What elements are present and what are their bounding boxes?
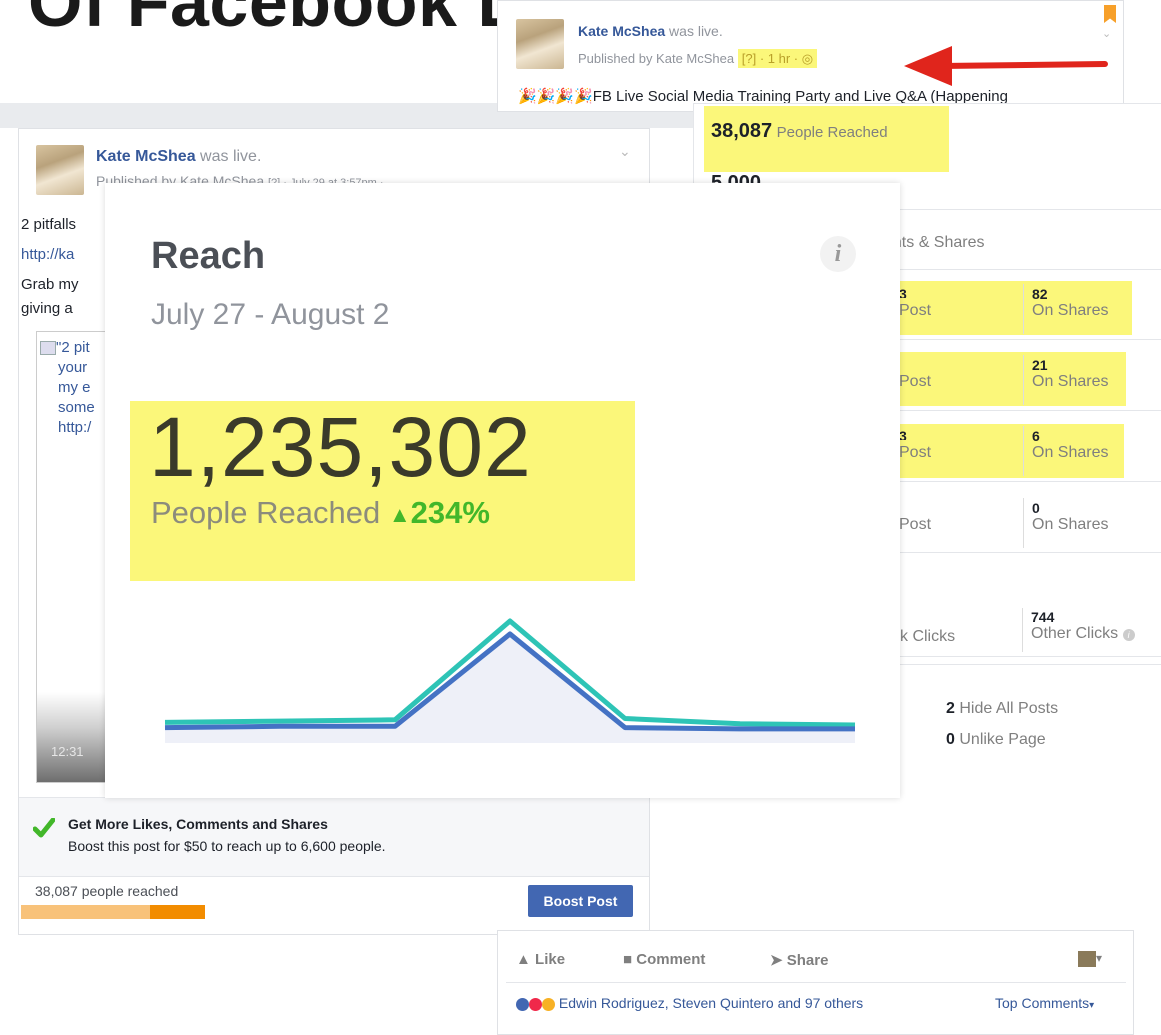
boost-post-button[interactable]: Boost Post — [528, 885, 633, 917]
comment-icon: ■ — [623, 951, 633, 968]
like-button[interactable]: ▲ Like — [516, 951, 565, 968]
comment-button[interactable]: ■ Comment — [623, 951, 705, 968]
info-icon[interactable]: i — [1122, 629, 1135, 641]
image-alt-text: your — [58, 359, 88, 376]
row-share-number: 6 — [1032, 428, 1040, 444]
other-clicks-label: Other Clicks — [1031, 625, 1119, 642]
unlike-page-label: Unlike Page — [959, 731, 1046, 748]
bottom-post-actions: ▲ Like ■ Comment ➤ Share ▾ Edwin Rodrigu… — [497, 930, 1134, 1035]
reached-count: 38,087 people reached — [35, 883, 179, 899]
row-post-number: 3 — [899, 286, 907, 298]
avatar[interactable] — [516, 19, 564, 69]
checkmark-icon — [33, 818, 55, 838]
reach-insights-panel: Reach July 27 - August 2 i 1,235,302 Peo… — [105, 183, 900, 798]
bookmark-icon[interactable] — [1104, 5, 1116, 23]
reach-progress-bar — [21, 905, 205, 919]
post-line: 2 pitfalls — [21, 216, 77, 233]
globe-icon: ◎ — [801, 51, 814, 66]
timestamp-highlight[interactable]: [?] · 1 hr · ◎ — [737, 49, 818, 68]
broken-image-icon — [40, 341, 56, 356]
link-clicks-label: k Clicks — [900, 628, 956, 645]
reach-change: 234% — [410, 495, 490, 530]
thumbs-up-icon: ▲ — [516, 951, 531, 968]
live-status: was live. — [669, 23, 723, 39]
row-share-label: On Shares — [1032, 516, 1109, 533]
arrow-annotation — [904, 46, 1108, 86]
wow-reaction-icon — [542, 997, 555, 1011]
share-button[interactable]: ➤ Share — [770, 951, 828, 969]
reach-label: People Reached — [151, 495, 381, 530]
chevron-down-icon[interactable]: ⌄ — [1102, 27, 1111, 40]
row-post-number: 3 — [899, 428, 907, 440]
unlike-page-number: 0 — [946, 731, 955, 748]
avatar[interactable] — [36, 145, 84, 195]
people-reached-label: People Reached — [776, 124, 888, 141]
image-alt-text: my e — [58, 379, 91, 396]
hide-posts-label: Hide All Posts — [959, 700, 1059, 717]
reactions-summary[interactable]: Edwin Rodriguez, Steven Quintero and 97 … — [559, 995, 863, 1011]
row-share-label: On Shares — [1032, 302, 1109, 319]
row-share-number: 0 — [1032, 500, 1040, 516]
reach-progress-fill — [149, 905, 205, 919]
post-line: giving a — [21, 300, 73, 317]
info-icon[interactable]: i — [820, 236, 856, 272]
row-post-label: Post — [899, 516, 932, 533]
reach-value: 1,235,302 — [149, 400, 532, 494]
row-share-number: 82 — [1032, 286, 1048, 302]
row-post-label: Post — [899, 444, 932, 461]
row-post-number — [899, 500, 931, 512]
image-alt-text: "2 pit — [56, 339, 90, 356]
love-reaction-icon — [529, 997, 542, 1011]
row-post-number — [899, 357, 931, 369]
author-link[interactable]: Kate McShea — [578, 23, 665, 39]
chevron-down-icon[interactable]: ⌄ — [619, 143, 631, 160]
chevron-down-icon: ▾ — [1089, 1000, 1095, 1011]
boost-title: Get More Likes, Comments and Shares — [68, 816, 328, 832]
live-status: was live. — [200, 148, 262, 165]
post-link[interactable]: http://ka — [21, 246, 74, 263]
post-line: Grab my — [21, 276, 79, 293]
image-alt-text: http:/ — [58, 419, 92, 436]
like-reaction-icon — [516, 997, 529, 1011]
people-reached-number: 38,087 — [711, 120, 773, 142]
reach-dates: July 27 - August 2 — [151, 298, 390, 331]
author-link[interactable]: Kate McShea — [96, 148, 196, 165]
reach-chart — [164, 618, 856, 743]
top-comments-dropdown[interactable]: Top Comments▾ — [995, 995, 1094, 1011]
row-share-label: On Shares — [1032, 373, 1109, 390]
row-post-label: Post — [899, 302, 932, 319]
reach-title: Reach — [151, 235, 266, 277]
image-alt-text: some — [58, 399, 95, 416]
row-share-number: 21 — [1032, 357, 1048, 373]
other-clicks-number: 744 — [1031, 609, 1055, 625]
share-arrow-icon: ➤ — [770, 952, 783, 969]
row-share-label: On Shares — [1032, 444, 1109, 461]
up-arrow-icon: ▲ — [388, 501, 411, 527]
video-timestamp: 12:31 — [51, 744, 84, 759]
boost-description: Boost this post for $50 to reach up to 6… — [68, 838, 386, 854]
published-by: Published by Kate McShea — [578, 51, 735, 66]
avatar — [1078, 951, 1096, 967]
row-post-label: Post — [899, 373, 932, 390]
page-avatar-selector[interactable]: ▾ — [1078, 951, 1102, 967]
hide-posts-number: 2 — [946, 700, 955, 717]
